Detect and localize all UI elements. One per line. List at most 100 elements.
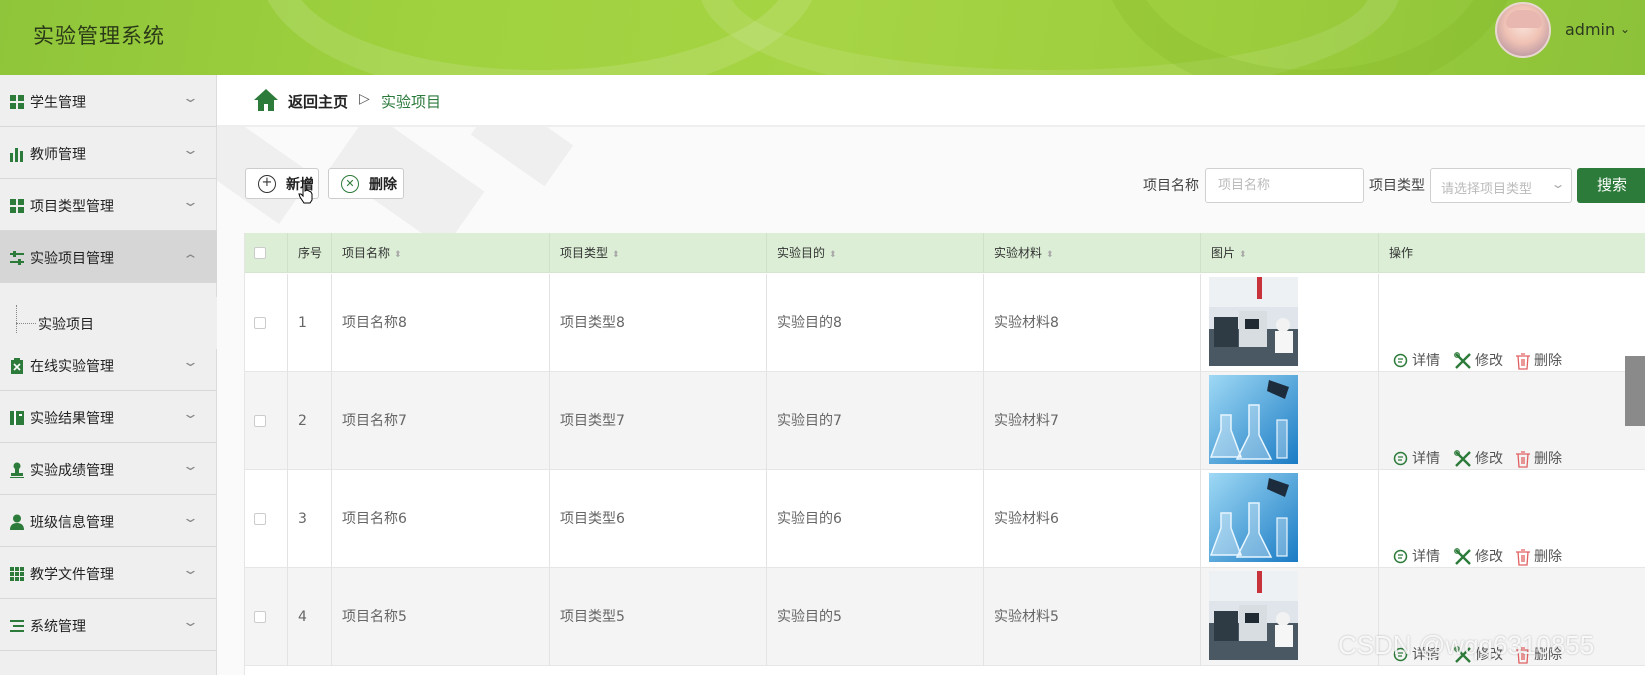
edit-tools-icon (1454, 352, 1471, 369)
column-header-purpose[interactable]: 实验目的 ⬍ (767, 233, 984, 273)
edit-tools-icon (1454, 548, 1471, 565)
row-checkbox[interactable] (254, 415, 266, 427)
sidebar-item-teacher[interactable]: 教师管理 ⌄ (0, 127, 217, 179)
cell-name: 项目名称7 (332, 372, 550, 470)
column-header-name[interactable]: 项目名称 ⬍ (332, 233, 550, 273)
user-menu-name[interactable]: admin (1565, 20, 1615, 39)
column-header-label: 图片 (1211, 246, 1236, 260)
sidebar-item-label: 教学文件管理 (30, 567, 114, 583)
column-header-label: 操作 (1389, 246, 1414, 260)
clipboard-icon (11, 358, 23, 374)
home-icon[interactable] (253, 88, 279, 112)
sidebar-item-experiment-result[interactable]: 实验结果管理 ⌄ (0, 391, 217, 443)
chevron-down-icon: ⌄ (1550, 177, 1566, 191)
column-header-type[interactable]: 项目类型 ⬍ (550, 233, 767, 273)
cell-type: 项目类型5 (550, 568, 767, 666)
chevron-down-icon: ⌄ (181, 91, 200, 106)
breadcrumb-current: 实验项目 (381, 93, 442, 111)
submenu-item-label: 实验项目 (38, 317, 94, 333)
sidebar-item-label: 系统管理 (30, 619, 86, 635)
breadcrumb-home-link[interactable]: 返回主页 (288, 91, 348, 112)
chevron-down-icon: ⌄ (181, 195, 200, 210)
detail-icon (1393, 353, 1408, 368)
cell-name: 项目名称6 (332, 470, 550, 568)
cell-index: 4 (288, 568, 332, 666)
cell-material: 实验材料7 (984, 372, 1201, 470)
row-select-cell (245, 470, 288, 568)
cell-type: 项目类型8 (550, 274, 767, 372)
cell-image (1201, 470, 1379, 568)
sidebar-item-label: 项目类型管理 (30, 199, 114, 215)
row-checkbox[interactable] (254, 317, 266, 329)
hand-cursor-icon (298, 182, 313, 204)
grid-icon (10, 95, 24, 109)
trash-icon (1516, 450, 1530, 468)
cell-name: 项目名称5 (332, 568, 550, 666)
edit-tools-icon (1454, 450, 1471, 467)
tree-line (16, 305, 17, 333)
cell-name: 项目名称8 (332, 274, 550, 372)
cell-type: 项目类型7 (550, 372, 767, 470)
sort-icon[interactable]: ⬍ (829, 250, 837, 260)
project-name-input[interactable] (1205, 168, 1364, 203)
watermark: CSDN @wqq6310855 (1338, 630, 1595, 660)
sidebar-item-label: 学生管理 (30, 95, 86, 111)
table-row: 2 项目名称7 项目类型7 实验目的7 实验材料7 详情 修改 删除 (245, 372, 1645, 470)
row-select-cell (245, 274, 288, 372)
row-select-cell (245, 372, 288, 470)
column-header-image[interactable]: 图片 ⬍ (1201, 233, 1379, 273)
sidebar-item-student[interactable]: 学生管理 ⌄ (0, 75, 217, 127)
sidebar-item-system[interactable]: 系统管理 ⌄ (0, 599, 217, 651)
delete-button[interactable]: ✕ 删除 (328, 168, 404, 199)
column-header-label: 序号 (298, 246, 323, 260)
sort-icon[interactable]: ⬍ (394, 250, 402, 260)
column-header-material[interactable]: 实验材料 ⬍ (984, 233, 1201, 273)
row-select-cell (245, 568, 288, 666)
tree-line (16, 323, 36, 324)
search-button[interactable]: 搜索 (1577, 168, 1645, 203)
select-all-cell (245, 233, 288, 273)
trash-icon (1516, 548, 1530, 566)
flask-photo[interactable] (1209, 375, 1298, 464)
sort-icon[interactable]: ⬍ (612, 250, 620, 260)
detail-icon (1393, 451, 1408, 466)
sidebar-item-experiment-project[interactable]: 实验项目管理 ⌃ (0, 231, 217, 283)
column-header-label: 项目名称 (342, 246, 391, 260)
lab-photo[interactable] (1209, 277, 1298, 366)
select-all-checkbox[interactable] (254, 247, 266, 259)
main-content: 返回主页 ▷ 实验项目 + 新增 ✕ 删除 项目名称 项目类型 请选择项目类型 … (217, 75, 1645, 675)
scrollbar-thumb[interactable] (1625, 356, 1645, 426)
sidebar-item-project-type[interactable]: 项目类型管理 ⌄ (0, 179, 217, 231)
bar-chart-icon (10, 148, 23, 162)
column-header-index: 序号 (288, 233, 332, 273)
stamp-icon (10, 462, 24, 478)
trash-icon (1516, 352, 1530, 370)
cell-image (1201, 274, 1379, 372)
sort-icon[interactable]: ⬍ (1046, 250, 1054, 260)
avatar[interactable] (1495, 2, 1551, 58)
column-header-label: 实验目的 (777, 246, 826, 260)
row-checkbox[interactable] (254, 611, 266, 623)
flask-photo[interactable] (1209, 473, 1298, 562)
lab-photo[interactable] (1209, 571, 1298, 660)
book-icon (10, 411, 24, 425)
chevron-down-icon: ⌄ (181, 563, 200, 578)
user-icon (10, 514, 24, 530)
sidebar-item-online-experiment[interactable]: 在线实验管理 ⌄ (0, 339, 217, 391)
sidebar: 学生管理 ⌄ 教师管理 ⌄ 项目类型管理 ⌄ 实验项目管理 ⌃ 实验项目 在线实… (0, 75, 217, 675)
cell-index: 3 (288, 470, 332, 568)
sort-icon[interactable]: ⬍ (1239, 250, 1247, 260)
chevron-down-icon[interactable]: ⌄ (1620, 22, 1630, 36)
chevron-down-icon: ⌄ (181, 511, 200, 526)
project-type-select[interactable]: 请选择项目类型 ⌄ (1430, 168, 1572, 203)
cell-material: 实验材料8 (984, 274, 1201, 372)
column-header-label: 项目类型 (560, 246, 609, 260)
sidebar-item-class-info[interactable]: 班级信息管理 ⌄ (0, 495, 217, 547)
app-title: 实验管理系统 (33, 24, 165, 48)
sidebar-item-teaching-files[interactable]: 教学文件管理 ⌄ (0, 547, 217, 599)
project-name-label: 项目名称 (1143, 178, 1199, 194)
row-checkbox[interactable] (254, 513, 266, 525)
cell-index: 2 (288, 372, 332, 470)
sidebar-item-experiment-score[interactable]: 实验成绩管理 ⌄ (0, 443, 217, 495)
table-row: 1 项目名称8 项目类型8 实验目的8 实验材料8 详情 修改 删除 (245, 274, 1645, 372)
